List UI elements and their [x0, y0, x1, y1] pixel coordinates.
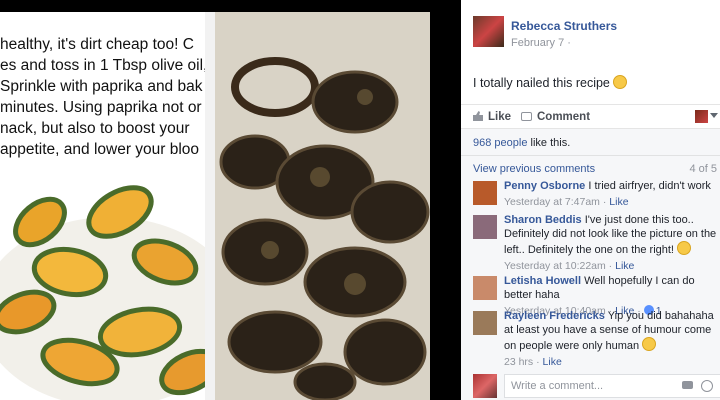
divider: [461, 155, 720, 156]
laughing-emoji-icon: [642, 337, 657, 351]
post-sidebar: Rebecca Struthers February 7 · I totally…: [461, 0, 720, 400]
like-button[interactable]: Like: [473, 111, 511, 123]
comment-time[interactable]: Yesterday at 10:22am: [504, 260, 606, 272]
emoji-icon[interactable]: [701, 380, 713, 392]
comment-like-link[interactable]: Like: [543, 356, 562, 368]
comment-button[interactable]: Comment: [521, 111, 590, 123]
burnt-chips-photo: [215, 12, 430, 400]
caption-line: healthy, it's dirt cheap too! C: [0, 36, 194, 53]
feedback-section: 968 people like this. View previous comm…: [461, 128, 720, 400]
commenter-name[interactable]: Letisha Howell: [504, 275, 581, 287]
smile-emoji-icon: [677, 241, 691, 255]
chevron-down-icon[interactable]: [710, 113, 718, 118]
author-name[interactable]: Rebecca Struthers: [511, 19, 617, 33]
comment-body: Penny Osborne I tried airfryer, didn't w…: [504, 179, 718, 209]
comment-like-link[interactable]: Like: [609, 196, 628, 208]
commenter-name[interactable]: Sharon Beddis: [504, 214, 582, 226]
commenter-avatar[interactable]: [473, 181, 497, 205]
comment-body: Rayleen Fredericks Yip you did bahahaha …: [504, 309, 718, 369]
post-text-content: I totally nailed this recipe: [473, 76, 610, 90]
recipe-caption: healthy, it's dirt cheap too! C es and t…: [0, 34, 205, 160]
current-user-avatar: [473, 374, 497, 398]
smile-emoji-icon: [612, 75, 627, 89]
comment-meta: Yesterday at 10:22am · Like: [504, 260, 635, 272]
post-text: I totally nailed this recipe: [473, 75, 627, 90]
comments-count: 4 of 5: [689, 163, 717, 175]
camera-icon[interactable]: [682, 381, 693, 389]
comment-time[interactable]: 23 hrs: [504, 356, 533, 368]
likes-count-link[interactable]: 968 people: [473, 137, 527, 149]
author-avatar[interactable]: [473, 16, 504, 47]
commenter-avatar[interactable]: [473, 276, 497, 300]
comment-text: I tried airfryer, didn't work: [588, 180, 711, 192]
burnt-zucchini-image: [215, 12, 430, 400]
comment-label: Comment: [537, 111, 591, 123]
caption-line: es and toss in 1 Tbsp olive oil,: [0, 57, 205, 74]
comment-input[interactable]: Write a comment...: [504, 374, 720, 398]
commenter-avatar[interactable]: [473, 311, 497, 335]
photo-viewer: healthy, it's dirt cheap too! C es and t…: [0, 0, 460, 400]
commenter-name[interactable]: Rayleen Fredericks: [504, 310, 605, 322]
recipe-photo: healthy, it's dirt cheap too! C es and t…: [0, 12, 205, 400]
commenter-avatar[interactable]: [473, 215, 497, 239]
view-previous-comments-link[interactable]: View previous comments: [473, 163, 595, 175]
caption-line: appetite, and lower your bloo: [0, 141, 200, 158]
likes-suffix: like this.: [527, 137, 571, 149]
photo-divider: [205, 12, 215, 400]
comment-bubble-icon: [521, 112, 532, 121]
commenter-name[interactable]: Penny Osborne: [504, 180, 585, 192]
post-date[interactable]: February 7 ·: [511, 37, 571, 49]
comment-meta: 23 hrs · Like: [504, 356, 562, 368]
comment-time[interactable]: Yesterday at 7:47am: [504, 196, 600, 208]
likes-summary: 968 people like this.: [473, 137, 570, 149]
comment-body: Sharon Beddis I've just done this too.. …: [504, 213, 718, 273]
caption-line: minutes. Using paprika not or: [0, 99, 202, 116]
caption-line: Sprinkle with paprika and bak: [0, 78, 203, 95]
like-label: Like: [488, 111, 512, 123]
zucchini-chips-image: [0, 162, 205, 400]
thumbs-up-icon: [473, 111, 483, 121]
comment-like-link[interactable]: Like: [615, 260, 634, 272]
post-actions: Like Comment: [461, 104, 720, 127]
caption-line: nack, but also to boost your: [0, 120, 190, 137]
post-as-avatar[interactable]: [695, 110, 708, 123]
comment-meta: Yesterday at 7:47am · Like: [504, 196, 629, 208]
comment-input-placeholder: Write a comment...: [511, 380, 604, 392]
